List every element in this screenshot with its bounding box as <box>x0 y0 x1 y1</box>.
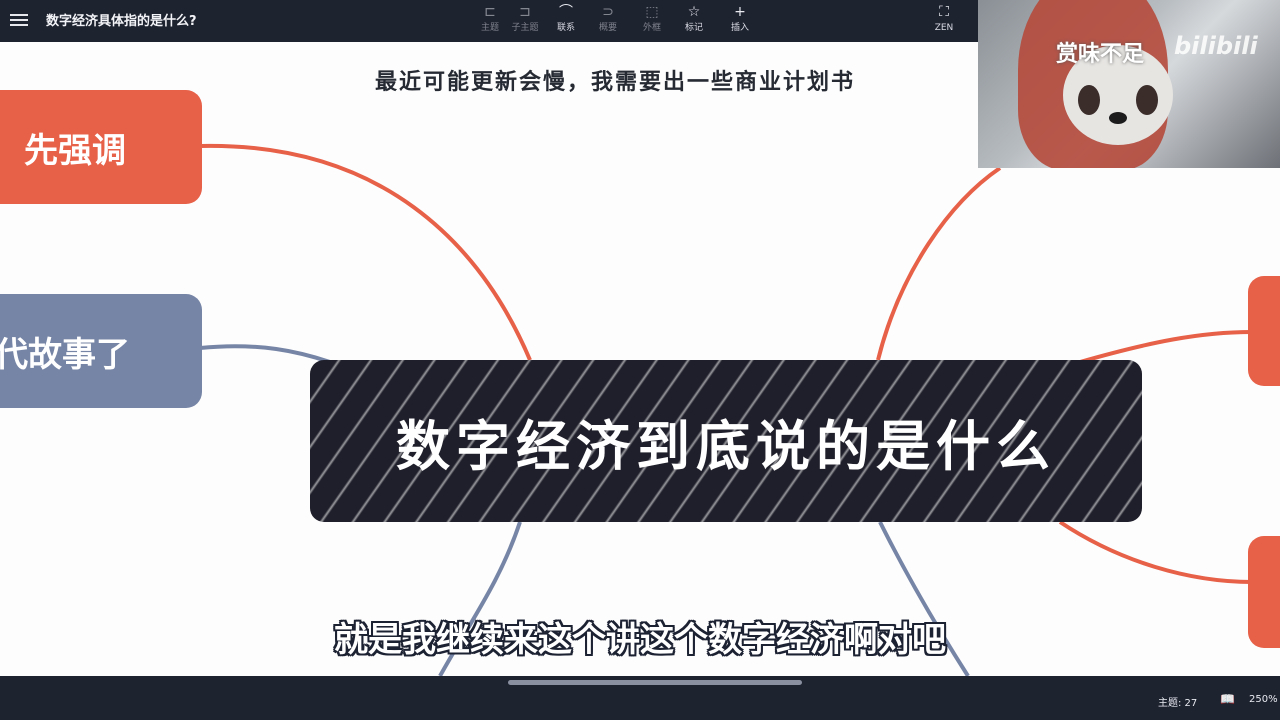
zen-mode-button[interactable]: ⛶ ZEN <box>924 2 964 40</box>
toolbar-boundary-button[interactable]: ⬚ 外框 <box>632 2 672 40</box>
toolbar-subtopic-label: 子主题 <box>511 23 539 33</box>
video-subtitle: 就是我继续来这个讲这个数字经济啊对吧 <box>334 620 946 660</box>
topic-icon: ⊏ <box>484 4 496 20</box>
subtopic-icon: ⊐ <box>519 4 531 20</box>
branch-topic-right-mid[interactable] <box>1248 276 1280 386</box>
topic-count: 主题: 27 <box>1158 698 1198 709</box>
webcam-overlay: 赏味不足 bilibili <box>978 0 1280 168</box>
summary-icon: ⊃ <box>602 4 614 20</box>
relationship-icon: ⌒ <box>559 4 573 20</box>
central-topic-label: 数字经济到底说的是什么 <box>396 414 1056 478</box>
toolbar-marker-label: 标记 <box>684 23 703 33</box>
zen-label: ZEN <box>934 23 954 33</box>
horizontal-scrollbar[interactable] <box>508 680 802 685</box>
toolbar-boundary-label: 外框 <box>642 23 661 33</box>
connector-right-low <box>1058 520 1253 584</box>
red-panda-eye-left <box>1078 85 1100 115</box>
toolbar-insert-label: 插入 <box>730 23 749 33</box>
bilibili-logo: bilibili <box>1174 32 1258 60</box>
branch-label: 代故事了 <box>0 334 130 375</box>
toolbar-topic-button[interactable]: ⊏ 主题 <box>470 2 510 40</box>
outline-icon[interactable]: 📖 <box>1220 692 1235 706</box>
central-topic[interactable]: 数字经济到底说的是什么 <box>310 360 1142 522</box>
red-panda-nose <box>1109 112 1127 124</box>
connector-left-top <box>199 143 532 361</box>
bottom-status-bar: 主题: 27 📖 250% <box>0 676 1280 720</box>
insert-icon: + <box>734 4 746 20</box>
zoom-level[interactable]: 250% <box>1249 694 1278 705</box>
toolbar-marker-button[interactable]: ☆ 标记 <box>674 2 714 40</box>
document-title: 数字经济具体指的是什么? <box>46 14 197 29</box>
connector-right-mid <box>1079 330 1253 364</box>
branch-label: 先强调 <box>24 130 126 171</box>
toolbar-relationship-label: 联系 <box>556 23 575 33</box>
toolbar-summary-button[interactable]: ⊃ 概要 <box>588 2 628 40</box>
toolbar-relationship-button[interactable]: ⌒ 联系 <box>546 2 586 40</box>
webcam-overlay-text: 赏味不足 <box>1056 42 1145 67</box>
boundary-icon: ⬚ <box>645 4 659 20</box>
toolbar-topic-label: 主题 <box>480 23 499 33</box>
branch-topic-left-mid[interactable]: 代故事了 <box>0 294 202 408</box>
connector-right-top <box>876 166 1002 361</box>
marker-icon: ☆ <box>687 4 701 20</box>
toolbar-summary-label: 概要 <box>598 23 617 33</box>
menu-icon[interactable] <box>10 11 28 27</box>
fullscreen-icon: ⛶ <box>939 4 949 20</box>
branch-topic-left-top[interactable]: 先强调 <box>0 90 202 204</box>
notice-text: 最近可能更新会慢，我需要出一些商业计划书 <box>375 70 856 95</box>
toolbar-subtopic-button[interactable]: ⊐ 子主题 <box>505 2 545 40</box>
toolbar-insert-button[interactable]: + 插入 <box>720 2 760 40</box>
red-panda-eye-right <box>1136 85 1158 115</box>
